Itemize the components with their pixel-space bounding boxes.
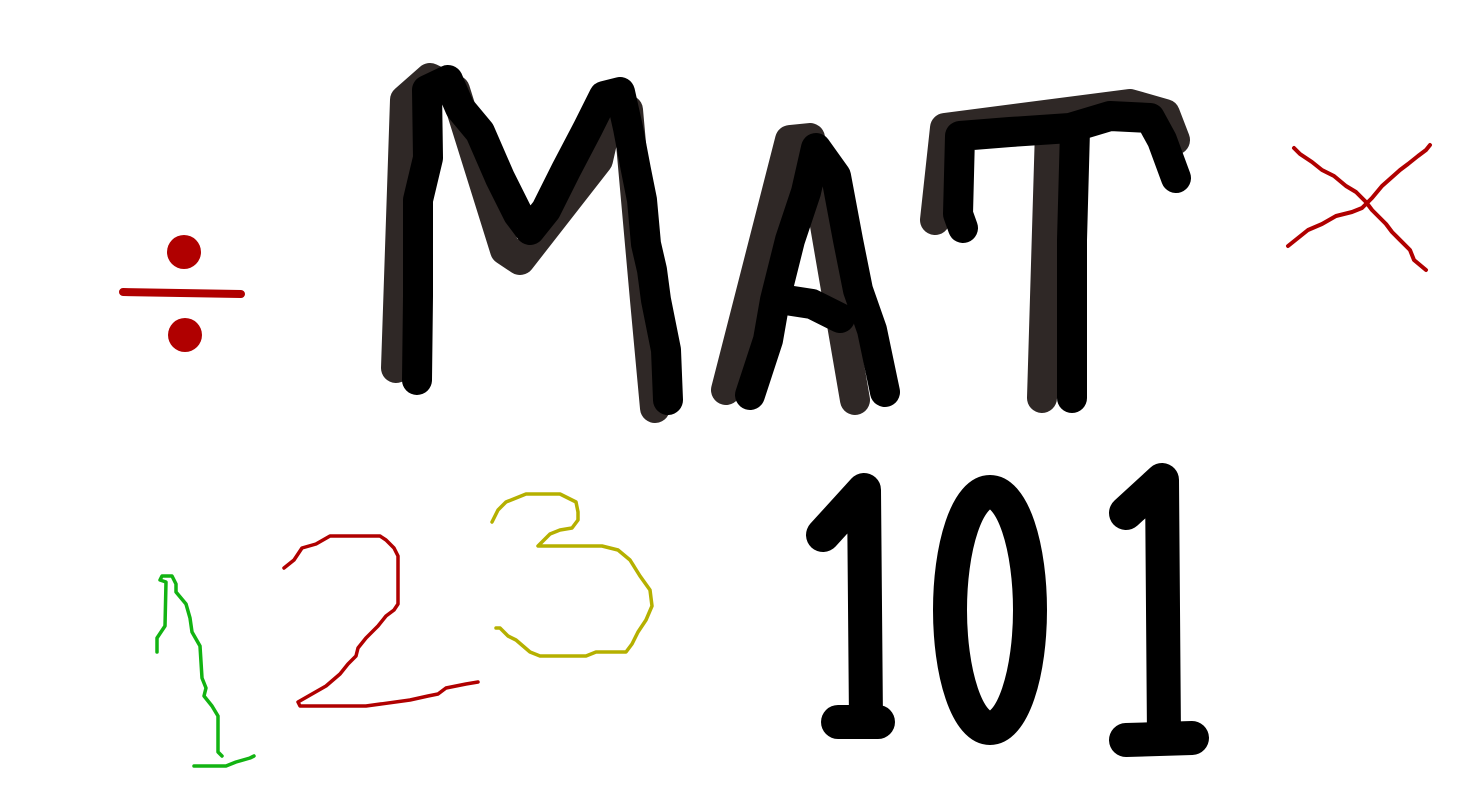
divide-dot-bottom	[168, 318, 202, 352]
drawing-svg	[119, 63, 1432, 768]
digit-zero	[933, 475, 1047, 745]
doodle-one	[155, 574, 256, 768]
times-symbol	[1286, 143, 1432, 272]
title-letter-a-bar	[771, 285, 855, 333]
doodle-two	[282, 534, 480, 708]
divide-dot-top	[167, 235, 201, 269]
digit-one-right	[1109, 463, 1181, 755]
title-letter-t-stem	[1057, 115, 1090, 413]
title-shadow-t-stem	[1027, 115, 1065, 413]
divide-symbol	[119, 235, 245, 352]
digit-one-left	[806, 473, 883, 739]
digit-one-right-base	[1109, 721, 1209, 757]
doodle-three	[490, 492, 654, 658]
course-number	[806, 463, 1209, 757]
divide-bar	[119, 288, 245, 298]
drawing-canvas: MAT 101 ÷ × 1 2 3	[0, 0, 1466, 800]
